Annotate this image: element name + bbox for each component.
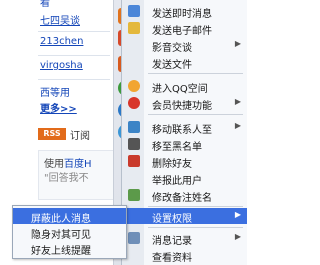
message-line: "回答我不 [44, 173, 89, 184]
divider [38, 31, 110, 32]
menu-item-move-contact[interactable]: 移动联系人至 ▶ [122, 119, 247, 136]
submenu-item-label: 隐身对其可见 [31, 230, 91, 241]
history-icon [128, 232, 140, 244]
submenu-item-label: 屏蔽此人消息 [31, 214, 91, 225]
menu-item-message-history[interactable]: 消息记录 ▶ [122, 230, 247, 247]
menu-item-label: 设置权限 [152, 214, 192, 225]
menu-item-label: 进入QQ空间 [152, 84, 208, 95]
menu-item-permissions[interactable]: 设置权限 ▶ [122, 208, 247, 225]
menu-separator [148, 114, 243, 115]
menu-item-video-chat[interactable]: 影音交谈 ▶ [122, 37, 247, 54]
menu-item-label: 删除好友 [152, 159, 192, 170]
menu-item-send-message[interactable]: 发送即时消息 [122, 3, 247, 20]
bg-link[interactable]: 看 [40, 0, 50, 9]
chat-icon [128, 5, 140, 17]
message-preview: 使用百度H "回答我不 [38, 150, 120, 200]
menu-item-label: 消息记录 [152, 236, 192, 247]
menu-item-blacklist[interactable]: 移至黑名单 [122, 136, 247, 153]
blacklist-icon [128, 138, 140, 150]
submenu-item-label: 好友上线提醒 [31, 246, 91, 257]
bg-link[interactable]: 西等用 [40, 84, 70, 99]
rss-badge[interactable]: RSS [38, 128, 66, 140]
menu-item-delete-friend[interactable]: 删除好友 [122, 153, 247, 170]
member-icon [128, 97, 140, 109]
submenu-item-online-alert[interactable]: 好友上线提醒 [13, 240, 126, 257]
menu-item-send-email[interactable]: 发送电子邮件 [122, 20, 247, 37]
permissions-submenu: 屏蔽此人消息 隐身对其可见 好友上线提醒 [12, 205, 127, 259]
divider [38, 55, 110, 56]
qzone-icon [128, 80, 140, 92]
menu-item-qzone[interactable]: 进入QQ空间 [122, 78, 247, 95]
bg-link[interactable]: virgosha [40, 60, 83, 71]
menu-item-label: 修改备注姓名 [152, 193, 212, 204]
move-contact-icon [128, 121, 140, 133]
menu-item-label: 影音交谈 [152, 43, 192, 54]
submenu-arrow-icon: ▶ [234, 39, 241, 48]
bg-link[interactable]: 七四吴谈 [40, 12, 80, 27]
context-menu: 发送即时消息 发送电子邮件 影音交谈 ▶ 发送文件 进入QQ空间 会员快捷功能 … [121, 0, 247, 265]
menu-item-label: 会员快捷功能 [152, 101, 212, 112]
menu-item-send-file[interactable]: 发送文件 [122, 54, 247, 71]
menu-item-member-shortcuts[interactable]: 会员快捷功能 ▶ [122, 95, 247, 112]
email-icon [128, 22, 140, 34]
menu-separator [148, 227, 243, 228]
menu-item-label: 查看资料 [152, 253, 192, 264]
rss-label[interactable]: 订阅 [70, 127, 90, 142]
menu-item-label: 发送即时消息 [152, 9, 212, 20]
submenu-item-invisible-visible[interactable]: 隐身对其可见 [13, 224, 126, 241]
menu-item-label: 移动联系人至 [152, 125, 212, 136]
menu-item-label: 发送电子邮件 [152, 26, 212, 37]
menu-separator [148, 206, 243, 207]
more-link[interactable]: 更多>> [40, 100, 77, 115]
menu-item-label: 举报此用户 [152, 176, 202, 187]
menu-item-label: 发送文件 [152, 60, 192, 71]
menu-item-label: 移至黑名单 [152, 142, 202, 153]
edit-name-icon [128, 189, 140, 201]
menu-item-edit-remark[interactable]: 修改备注姓名 [122, 187, 247, 204]
submenu-item-block-messages[interactable]: 屏蔽此人消息 [13, 208, 126, 225]
divider [38, 79, 110, 80]
submenu-arrow-icon: ▶ [234, 232, 241, 241]
submenu-arrow-icon: ▶ [234, 97, 241, 106]
submenu-arrow-icon: ▶ [234, 210, 241, 219]
message-line: 使用百度H [44, 155, 92, 170]
menu-item-report-user[interactable]: 举报此用户 [122, 170, 247, 187]
menu-separator [148, 73, 243, 74]
delete-friend-icon [128, 155, 140, 167]
submenu-arrow-icon: ▶ [234, 121, 241, 130]
bg-link[interactable]: 213chen [40, 36, 83, 47]
menu-item-view-profile[interactable]: 查看资料 [122, 247, 247, 264]
